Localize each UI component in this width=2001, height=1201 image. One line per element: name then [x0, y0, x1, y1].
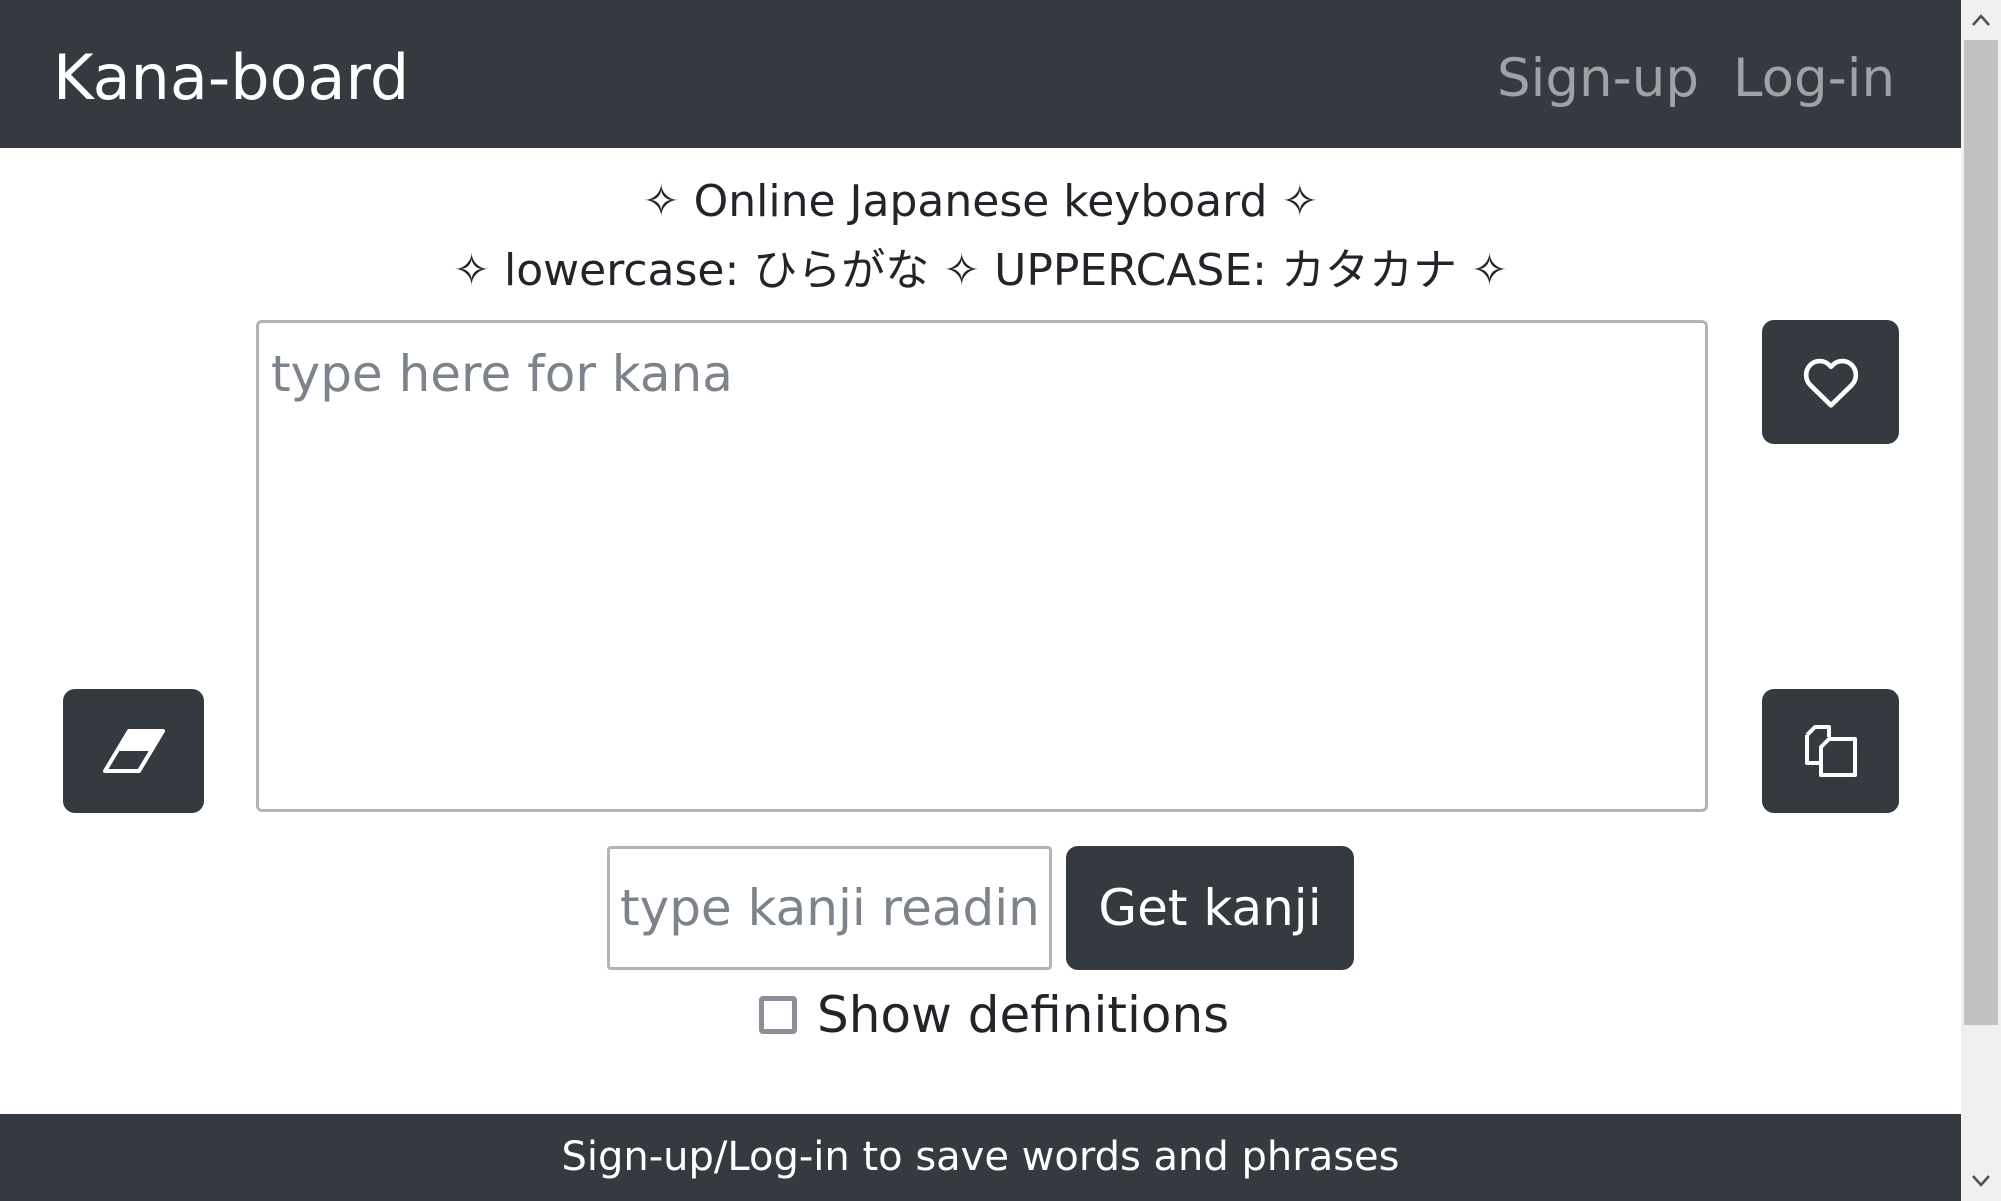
kana-input[interactable] [256, 320, 1708, 812]
scroll-down-arrow-icon[interactable] [1961, 1161, 2001, 1201]
definitions-toggle[interactable]: Show definitions [759, 980, 1229, 1050]
get-kanji-button[interactable]: Get kanji [1066, 846, 1354, 970]
footer-text: Sign-up/Log-in to save words and phrases [561, 1134, 1400, 1180]
eraser-icon [102, 729, 165, 773]
heart-icon [1801, 355, 1861, 409]
page: Kana-board Sign-up Log-in ✧ Online Japan… [0, 0, 1961, 1201]
scroll-thumb[interactable] [1964, 40, 1998, 1025]
copy-icon [1803, 723, 1859, 779]
show-definitions-checkbox[interactable] [759, 996, 797, 1034]
signup-link[interactable]: Sign-up [1497, 44, 1699, 114]
case-hint: ✧ lowercase: ひらがな ✧ UPPERCASE: カタカナ ✧ [453, 245, 1508, 296]
navbar: Kana-board Sign-up Log-in [0, 0, 1961, 148]
login-link[interactable]: Log-in [1733, 44, 1895, 114]
page-title: ✧ Online Japanese keyboard ✧ [642, 176, 1319, 227]
scroll-up-arrow-icon[interactable] [1961, 0, 2001, 40]
brand-logo[interactable]: Kana-board [53, 38, 409, 118]
show-definitions-label[interactable]: Show definitions [817, 986, 1229, 1044]
scrollbar[interactable] [1961, 0, 2001, 1201]
clear-button[interactable] [63, 689, 204, 813]
kanji-reading-input[interactable] [607, 846, 1052, 970]
copy-button[interactable] [1762, 689, 1899, 813]
favorite-button[interactable] [1762, 320, 1899, 444]
